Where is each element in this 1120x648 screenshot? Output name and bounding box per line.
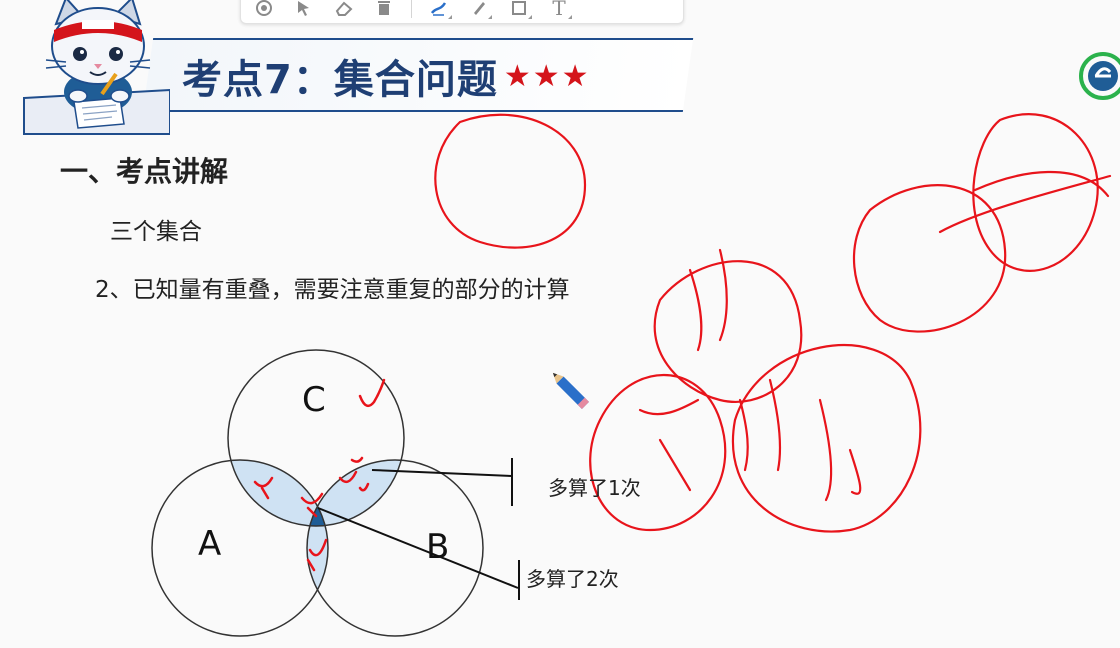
- ink-freehand-drawings: [434, 113, 1112, 533]
- pointer-line-twice: [317, 507, 519, 589]
- set-a-label: A: [198, 524, 222, 564]
- set-b-label: B: [426, 527, 450, 567]
- venn-diagram: [151, 113, 1112, 637]
- pencil-cursor-icon: [552, 372, 589, 409]
- set-c-label: C: [302, 380, 326, 420]
- note-counted-twice: 多算了2次: [526, 567, 619, 591]
- note-counted-once: 多算了1次: [548, 476, 641, 500]
